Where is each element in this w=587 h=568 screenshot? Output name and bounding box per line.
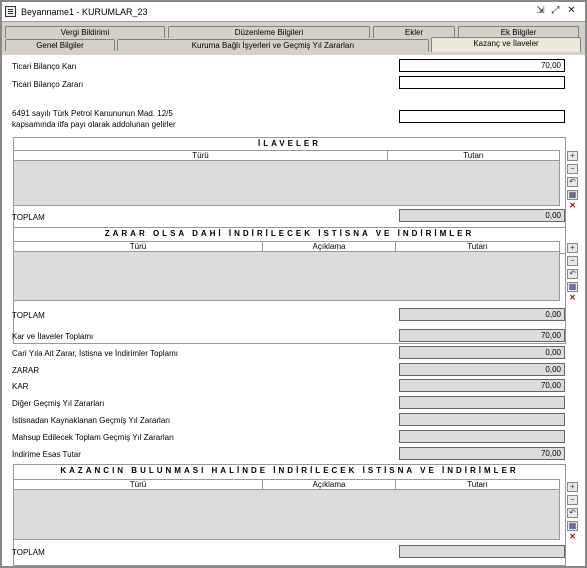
tab-genel-bilgiler[interactable]: Genel Bilgiler: [5, 39, 115, 51]
ilaveler-grid[interactable]: Türü Tutarı: [13, 150, 560, 206]
tab-strip: Vergi Bildirimi Düzenleme Bilgileri Ekle…: [2, 22, 585, 55]
ilaveler-total-value: 0,00: [399, 209, 565, 222]
undo-icon[interactable]: ↶: [567, 508, 578, 518]
petrol-input[interactable]: [399, 110, 565, 123]
tab-content: Ticari Bilanço Karı 70,00 Ticari Bilanço…: [2, 55, 585, 566]
tab-duzenleme-bilgileri[interactable]: Düzenleme Bilgileri: [168, 26, 370, 38]
summary-label: İstisnadan Kaynaklanan Geçmiş Yıl Zararl…: [12, 416, 171, 425]
main-window: Beyanname1 - KURUMLAR_23 ⇲ ⤢ ✕ Vergi Bil…: [0, 0, 587, 568]
tab-vergi-bildirimi[interactable]: Vergi Bildirimi: [5, 26, 165, 38]
delete-icon[interactable]: ✕: [567, 533, 578, 543]
summary-value: 70,00: [399, 379, 565, 392]
ticari-zarar-label: Ticari Bilanço Zararı: [12, 80, 84, 89]
kazanc-grid-header: Türü Açıklama Tutarı: [14, 480, 559, 490]
summary-label: Cari Yıla Ait Zarar, İstisna ve İndiriml…: [12, 349, 178, 358]
add-row-icon[interactable]: +: [567, 243, 578, 253]
save-icon[interactable]: ▦: [567, 282, 578, 292]
column-header[interactable]: Tutarı: [388, 151, 559, 160]
summary-label: Mahsup Edilecek Toplam Geçmiş Yıl Zararl…: [12, 433, 174, 442]
zarar-total-label: TOPLAM: [12, 311, 45, 320]
zarar-grid[interactable]: Türü Açıklama Tutarı: [13, 241, 560, 301]
column-header[interactable]: Açıklama: [263, 480, 396, 489]
column-header[interactable]: Açıklama: [263, 242, 396, 251]
summary-value: [399, 430, 565, 443]
add-row-icon[interactable]: +: [567, 151, 578, 161]
remove-row-icon[interactable]: −: [567, 256, 578, 266]
summary-label: Kar ve İlaveler Toplamı: [12, 332, 94, 341]
restore-icon[interactable]: ⇲: [534, 5, 547, 18]
ilaveler-total-label: TOPLAM: [12, 213, 45, 222]
window-title: Beyanname1 - KURUMLAR_23: [21, 7, 148, 17]
save-icon[interactable]: ▦: [567, 190, 578, 200]
summary-value: [399, 413, 565, 426]
remove-row-icon[interactable]: −: [567, 164, 578, 174]
undo-icon[interactable]: ↶: [567, 269, 578, 279]
ticari-kar-label: Ticari Bilanço Karı: [12, 62, 77, 71]
summary-value: 70,00: [399, 329, 565, 342]
document-icon: [5, 6, 16, 17]
kazanc-total-label: TOPLAM: [12, 548, 45, 557]
summary-value: [399, 396, 565, 409]
zarar-grid-header: Türü Açıklama Tutarı: [14, 242, 559, 252]
summary-value: 0,00: [399, 346, 565, 359]
delete-icon[interactable]: ✕: [567, 294, 578, 304]
zarar-title: ZARAR OLSA DAHİ İNDİRİLECEK İSTİSNA VE İ…: [14, 228, 565, 240]
column-header[interactable]: Türü: [14, 242, 263, 251]
kazanc-title: KAZANCIN BULUNMASI HALİNDE İNDİRİLECEK İ…: [14, 465, 565, 477]
column-header[interactable]: Türü: [14, 480, 263, 489]
ilaveler-title: İLAVELER: [14, 138, 565, 150]
kazanc-grid[interactable]: Türü Açıklama Tutarı: [13, 479, 560, 540]
petrol-label-line1: 6491 sayılı Türk Petrol Kanununun Mad. 1…: [12, 109, 173, 118]
tab-kazanc-ve-ilaveler[interactable]: Kazanç ve İlaveler: [431, 37, 581, 52]
undo-icon[interactable]: ↶: [567, 177, 578, 187]
maximize-icon[interactable]: ⤢: [549, 5, 562, 18]
summary-value: 70,00: [399, 447, 565, 460]
kazanc-total-value: [399, 545, 565, 558]
column-header[interactable]: Tutarı: [396, 480, 559, 489]
ilaveler-grid-header: Türü Tutarı: [14, 151, 559, 161]
summary-label: Diğer Geçmiş Yıl Zararları: [12, 399, 105, 408]
remove-row-icon[interactable]: −: [567, 495, 578, 505]
column-header[interactable]: Tutarı: [396, 242, 559, 251]
ticari-zarar-input[interactable]: [399, 76, 565, 89]
summary-label: KAR: [12, 382, 29, 391]
tab-kuruma-bagli-isyerleri[interactable]: Kuruma Bağlı İşyerleri ve Geçmiş Yıl Zar…: [117, 39, 429, 51]
delete-icon[interactable]: ✕: [567, 202, 578, 212]
save-icon[interactable]: ▦: [567, 521, 578, 531]
close-icon[interactable]: ✕: [565, 5, 578, 18]
column-header[interactable]: Türü: [14, 151, 388, 160]
petrol-label-line2: kapsamında itfa payı olarak addolunan ge…: [12, 120, 176, 129]
title-bar: Beyanname1 - KURUMLAR_23 ⇲ ⤢ ✕: [2, 2, 585, 22]
add-row-icon[interactable]: +: [567, 482, 578, 492]
summary-label: İndirime Esas Tutar: [12, 450, 81, 459]
summary-value: 0,00: [399, 363, 565, 376]
ticari-kar-input[interactable]: 70,00: [399, 59, 565, 72]
summary-label: ZARAR: [12, 366, 40, 375]
zarar-total-value: 0,00: [399, 308, 565, 321]
